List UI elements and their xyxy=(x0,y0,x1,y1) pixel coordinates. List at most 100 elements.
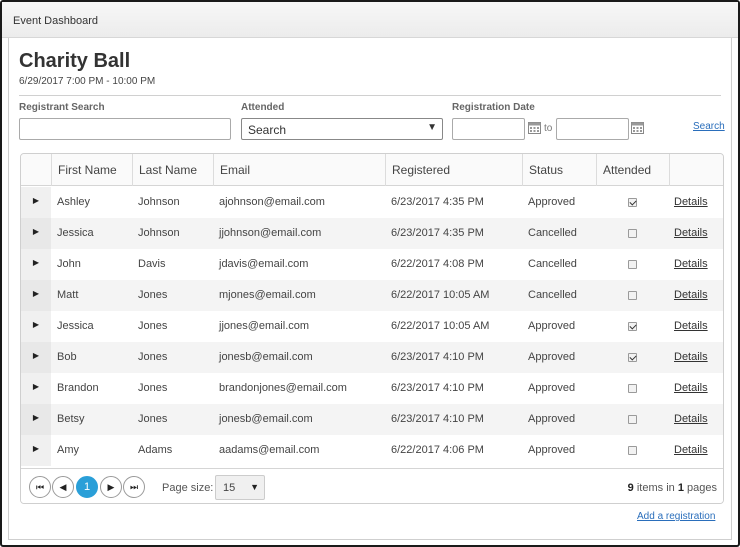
first-name-cell: Jessica xyxy=(57,320,94,332)
attended-checkbox-unchecked[interactable] xyxy=(628,291,637,300)
items-text: items in xyxy=(636,482,675,494)
caret-right-icon: ▶ xyxy=(32,289,40,298)
row-expander[interactable]: ▶ xyxy=(21,311,51,342)
items-count: 9 xyxy=(627,482,634,494)
row-expander[interactable]: ▶ xyxy=(21,280,51,311)
pages-count: 1 xyxy=(677,482,684,494)
row-expander[interactable]: ▶ xyxy=(21,187,51,218)
last-page-button[interactable]: ⏭ xyxy=(123,476,145,498)
page-size-value: 15 xyxy=(223,482,236,494)
details-link[interactable]: Details xyxy=(674,435,708,466)
calendar-icon[interactable] xyxy=(528,121,541,134)
email-cell: mjones@email.com xyxy=(219,289,316,301)
attended-select[interactable]: Search ▼ xyxy=(241,118,443,140)
email-cell: jjones@email.com xyxy=(219,320,310,332)
details-link[interactable]: Details xyxy=(674,249,708,280)
window-header: Event Dashboard xyxy=(2,2,738,38)
first-name-cell: John xyxy=(57,258,81,270)
registration-date-label: Registration Date xyxy=(452,102,535,113)
first-name-cell: Betsy xyxy=(57,413,85,425)
table-row: ▶ Betsy Jones jonesb@email.com 6/23/2017 4:1… xyxy=(21,404,723,435)
attended-label: Attended xyxy=(241,102,285,113)
status-cell: Cancelled xyxy=(528,258,577,270)
registrant-search-input[interactable] xyxy=(19,118,231,140)
details-link[interactable]: Details xyxy=(674,404,708,435)
registered-cell: 6/22/2017 10:05 AM xyxy=(391,320,490,332)
attended-checkbox-checked[interactable] xyxy=(628,322,637,331)
table-row: ▶ Jessica Jones jjones@email.com 6/22/2017 1… xyxy=(21,311,723,342)
date-to-input[interactable] xyxy=(556,118,629,140)
details-link[interactable]: Details xyxy=(674,187,708,218)
window-title: Event Dashboard xyxy=(13,15,98,27)
row-expander[interactable]: ▶ xyxy=(21,373,51,404)
registered-cell: 6/23/2017 4:10 PM xyxy=(391,413,484,425)
status-cell: Approved xyxy=(528,382,576,394)
page-1-button[interactable]: 1 xyxy=(76,476,98,498)
email-cell: aadams@email.com xyxy=(219,444,320,456)
first-name-cell: Amy xyxy=(57,444,79,456)
caret-right-icon: ▶ xyxy=(32,258,40,267)
first-page-button[interactable]: ⏮ xyxy=(29,476,51,498)
divider xyxy=(19,95,721,96)
email-cell: brandonjones@email.com xyxy=(219,382,347,394)
last-name-cell: Jones xyxy=(138,382,168,394)
column-header-attended[interactable]: Attended xyxy=(596,154,669,186)
details-link[interactable]: Details xyxy=(674,280,708,311)
page-size-select[interactable]: 15 ▼ xyxy=(215,475,265,500)
next-page-button[interactable]: ▶ xyxy=(100,476,122,498)
first-name-cell: Jessica xyxy=(57,227,94,239)
column-header-first-name[interactable]: First Name xyxy=(51,154,132,186)
attended-checkbox-unchecked[interactable] xyxy=(628,260,637,269)
caret-right-icon: ▶ xyxy=(32,444,40,453)
date-range-to-label: to xyxy=(544,123,553,134)
attended-checkbox-unchecked[interactable] xyxy=(628,229,637,238)
details-link[interactable]: Details xyxy=(674,373,708,404)
attended-checkbox-unchecked[interactable] xyxy=(628,415,637,424)
details-link[interactable]: Details xyxy=(674,311,708,342)
status-cell: Approved xyxy=(528,413,576,425)
registered-cell: 6/23/2017 4:10 PM xyxy=(391,382,484,394)
prev-page-icon: ◀ xyxy=(59,482,67,492)
row-expander[interactable]: ▶ xyxy=(21,218,51,249)
last-name-cell: Jones xyxy=(138,289,168,301)
prev-page-button[interactable]: ◀ xyxy=(52,476,74,498)
column-header-email[interactable]: Email xyxy=(213,154,385,186)
attended-checkbox-checked[interactable] xyxy=(628,353,637,362)
caret-right-icon: ▶ xyxy=(32,382,40,391)
event-panel: Charity Ball 6/29/2017 7:00 PM - 10:00 P… xyxy=(8,38,732,540)
row-expander[interactable]: ▶ xyxy=(21,249,51,280)
row-expander[interactable]: ▶ xyxy=(21,435,51,466)
grid-pager: ⏮ ◀ 1 ▶ ⏭ Page size: 15 ▼ 9 items in 1 p… xyxy=(21,468,723,503)
table-row: ▶ Ashley Johnson ajohnson@email.com 6/23/201… xyxy=(21,187,723,218)
table-row: ▶ Jessica Johnson jjohnson@email.com 6/23/20… xyxy=(21,218,723,249)
attended-checkbox-unchecked[interactable] xyxy=(628,384,637,393)
attended-checkbox-checked[interactable] xyxy=(628,198,637,207)
row-expander[interactable]: ▶ xyxy=(21,404,51,435)
dropdown-arrow-icon: ▼ xyxy=(250,482,259,492)
add-registration-link[interactable]: Add a registration xyxy=(637,511,715,522)
column-header-status[interactable]: Status xyxy=(522,154,596,186)
status-cell: Approved xyxy=(528,351,576,363)
caret-right-icon: ▶ xyxy=(32,351,40,360)
email-cell: jjohnson@email.com xyxy=(219,227,322,239)
details-link[interactable]: Details xyxy=(674,342,708,373)
caret-right-icon: ▶ xyxy=(32,196,40,205)
search-link[interactable]: Search xyxy=(693,121,725,132)
first-name-cell: Bob xyxy=(57,351,77,363)
caret-right-icon: ▶ xyxy=(32,320,40,329)
table-row: ▶ Amy Adams aadams@email.com 6/22/2017 4:06 … xyxy=(21,435,723,466)
calendar-icon[interactable] xyxy=(631,121,644,134)
email-cell: ajohnson@email.com xyxy=(219,196,325,208)
date-from-input[interactable] xyxy=(452,118,525,140)
registered-cell: 6/23/2017 4:35 PM xyxy=(391,196,484,208)
caret-right-icon: ▶ xyxy=(32,227,40,236)
last-name-cell: Jones xyxy=(138,413,168,425)
row-expander[interactable]: ▶ xyxy=(21,342,51,373)
column-header-last-name[interactable]: Last Name xyxy=(132,154,213,186)
table-row: ▶ Brandon Jones brandonjones@email.com 6/23/… xyxy=(21,373,723,404)
attended-checkbox-unchecked[interactable] xyxy=(628,446,637,455)
status-cell: Approved xyxy=(528,320,576,332)
column-header-registered[interactable]: Registered xyxy=(385,154,522,186)
status-cell: Cancelled xyxy=(528,289,577,301)
details-link[interactable]: Details xyxy=(674,218,708,249)
